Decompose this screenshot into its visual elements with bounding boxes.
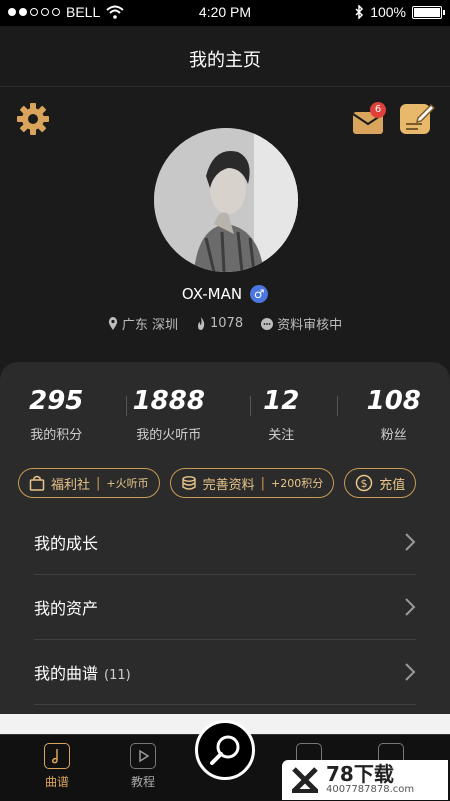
stat-label: 我的积分 <box>0 424 113 443</box>
coins-icon <box>181 475 197 491</box>
review-item: 资料审核中 <box>261 314 342 333</box>
stat-value: 12 <box>225 386 338 416</box>
stat-value: 295 <box>0 386 113 416</box>
pill-label: 福利社 <box>51 474 90 493</box>
stats-row: 295 我的积分 1888 我的火听币 12 关注 108 粉丝 <box>0 386 450 443</box>
recharge-button[interactable]: $ 充值 <box>344 468 416 498</box>
chevron-right-icon <box>404 598 416 616</box>
tab-label: 教程 <box>131 775 155 789</box>
chevron-right-icon <box>404 533 416 551</box>
dollar-icon: $ <box>355 474 373 492</box>
chat-bubble-icon <box>261 318 273 330</box>
avatar[interactable] <box>154 128 298 272</box>
tab-tutorial[interactable]: 教程 <box>130 743 156 790</box>
heat-item: 1078 <box>196 316 243 331</box>
bag-icon <box>29 475 45 491</box>
pill-sub: +200积分 <box>271 475 323 491</box>
battery-fill <box>414 8 440 17</box>
status-bar: BELL 4:20 PM 100% <box>0 0 450 26</box>
location-text: 广东 深圳 <box>122 314 178 333</box>
stat-following[interactable]: 12 关注 <box>225 386 338 443</box>
watermark-text: 78下载 4007787878.com <box>326 764 414 796</box>
page-title: 我的主页 <box>0 46 450 72</box>
stat-value: 1888 <box>113 386 226 416</box>
action-pills: 福利社 | +火听币 完善资料 | +200积分 $ 充值 <box>18 468 416 498</box>
pill-sub: +火听币 <box>106 475 148 491</box>
pill-separator: | <box>261 476 265 491</box>
location-item: 广东 深圳 <box>108 314 178 333</box>
edit-note-icon[interactable] <box>398 100 436 138</box>
menu-item-scores[interactable]: 我的曲谱 (11) <box>34 640 416 705</box>
welfare-button[interactable]: 福利社 | +火听币 <box>18 468 160 498</box>
watermark-logo-icon <box>290 765 320 795</box>
battery-icon <box>412 6 442 19</box>
pill-separator: | <box>96 476 100 491</box>
stat-fans[interactable]: 108 粉丝 <box>338 386 450 443</box>
menu-label: 我的成长 <box>34 534 98 553</box>
username: OX-MAN <box>182 285 242 303</box>
flame-icon <box>196 317 206 331</box>
profile-meta: 广东 深圳 1078 资料审核中 <box>0 314 450 333</box>
username-row: OX-MAN ♂ <box>0 285 450 303</box>
menu-count: (11) <box>104 668 131 683</box>
tab-label: 曲谱 <box>45 775 69 789</box>
stat-divider <box>250 396 251 416</box>
menu-label: 我的曲谱 <box>34 664 98 683</box>
message-badge: 6 <box>370 102 386 118</box>
pill-label: 充值 <box>379 474 405 493</box>
stat-label: 关注 <box>225 424 338 443</box>
profile-card: 295 我的积分 1888 我的火听币 12 关注 108 粉丝 福利社 | +… <box>0 362 450 722</box>
heat-value: 1078 <box>210 316 243 331</box>
avatar-photo <box>154 128 298 272</box>
review-status: 资料审核中 <box>277 314 342 333</box>
male-icon: ♂ <box>250 285 268 303</box>
svg-text:$: $ <box>361 477 368 490</box>
stat-divider <box>126 396 127 416</box>
watermark-sub: 4007787878.com <box>326 784 414 796</box>
bluetooth-icon <box>354 5 364 19</box>
header: 我的主页 <box>0 26 450 87</box>
tab-scores[interactable]: 曲谱 <box>44 743 70 790</box>
stat-label: 我的火听币 <box>113 424 226 443</box>
chevron-right-icon <box>404 663 416 681</box>
status-right: 100% <box>354 4 442 20</box>
menu-item-assets[interactable]: 我的资产 <box>34 575 416 640</box>
menu-list: 我的成长 我的资产 我的曲谱 (11) <box>34 510 416 705</box>
stat-coins[interactable]: 1888 我的火听币 <box>113 386 226 443</box>
music-note-icon <box>44 743 70 769</box>
watermark: 78下载 4007787878.com <box>282 760 448 800</box>
menu-item-growth[interactable]: 我的成长 <box>34 510 416 575</box>
location-pin-icon <box>108 317 118 331</box>
search-icon <box>198 723 252 777</box>
battery-percent: 100% <box>370 4 406 20</box>
stat-label: 粉丝 <box>338 424 450 443</box>
pill-label: 完善资料 <box>203 474 255 493</box>
stat-divider <box>337 396 338 416</box>
watermark-title: 78下载 <box>326 764 414 784</box>
complete-profile-button[interactable]: 完善资料 | +200积分 <box>170 468 335 498</box>
stat-value: 108 <box>338 386 450 416</box>
gear-icon[interactable] <box>16 102 50 136</box>
play-icon <box>130 743 156 769</box>
menu-label: 我的资产 <box>34 599 98 618</box>
stat-points[interactable]: 295 我的积分 <box>0 386 113 443</box>
search-button[interactable] <box>195 720 255 780</box>
